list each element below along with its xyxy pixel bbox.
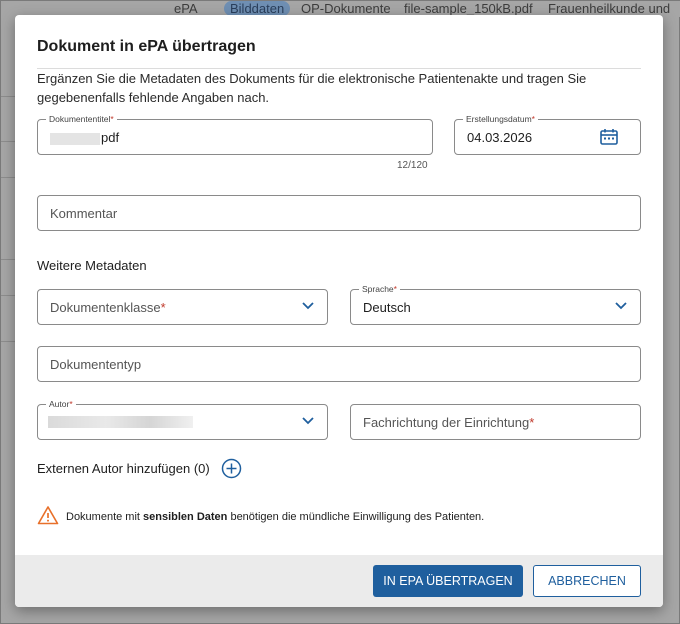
bg-tab-op-dokumente: OP-Dokumente xyxy=(301,1,391,16)
specialty-placeholder: Fachrichtung der Einrichtung* xyxy=(363,415,535,430)
doc-title-counter: 12/120 xyxy=(397,160,428,171)
comment-field[interactable]: Kommentar xyxy=(37,195,641,231)
bg-tab-frauenheilkunde: Frauenheilkunde und xyxy=(548,1,671,16)
section-label-more-metadata: Weitere Metadaten xyxy=(37,258,147,273)
created-date-value: 04.03.2026 xyxy=(467,130,533,145)
language-select[interactable]: Sprache* Deutsch xyxy=(350,283,641,325)
redacted-text xyxy=(50,132,100,145)
language-value: Deutsch xyxy=(363,300,411,315)
warning-icon xyxy=(37,506,59,525)
chevron-down-icon xyxy=(302,417,314,425)
doc-title-field[interactable]: Dokumententitel* pdf xyxy=(37,113,433,155)
chevron-down-icon xyxy=(615,302,627,310)
doc-type-placeholder: Dokumententyp xyxy=(50,357,142,372)
add-circle-icon[interactable] xyxy=(221,458,242,479)
add-external-author-label: Externen Autor hinzufügen (0) xyxy=(37,461,210,476)
comment-placeholder: Kommentar xyxy=(50,206,118,221)
epa-transfer-dialog: Dokument in ePA übertragen Ergänzen Sie … xyxy=(15,15,663,607)
doc-title-label: Dokumententitel* xyxy=(46,113,117,125)
author-select[interactable]: Autor* xyxy=(37,398,328,440)
cancel-button[interactable]: ABBRECHEN xyxy=(533,565,641,597)
doc-class-placeholder: Dokumentenklasse* xyxy=(50,300,166,315)
redacted-author-value xyxy=(48,416,193,428)
author-label: Autor* xyxy=(46,398,76,410)
bg-tab-epa: ePA xyxy=(174,1,198,16)
created-date-label: Erstellungsdatum* xyxy=(463,113,538,125)
bg-tab-bilddaten: Bilddaten xyxy=(224,1,291,16)
language-label: Sprache* xyxy=(359,283,400,295)
created-date-field[interactable]: Erstellungsdatum* 04.03.2026 xyxy=(454,113,641,155)
dialog-intro-text: Ergänzen Sie die Metadaten des Dokuments… xyxy=(37,71,587,105)
dialog-footer: IN EPA ÜBERTRAGEN ABBRECHEN xyxy=(15,555,663,607)
bg-tab-file: file-sample_150kB.pdf xyxy=(404,1,533,16)
transfer-to-epa-button[interactable]: IN EPA ÜBERTRAGEN xyxy=(373,565,523,597)
calendar-icon[interactable] xyxy=(599,128,619,146)
doc-class-select[interactable]: Dokumentenklasse* xyxy=(37,289,328,325)
specialty-field[interactable]: Fachrichtung der Einrichtung* xyxy=(350,404,641,440)
doc-type-field[interactable]: Dokumententyp xyxy=(37,346,641,382)
dialog-title: Dokument in ePA übertragen xyxy=(37,38,256,55)
sensitive-data-warning: Dokumente mit sensiblen Daten benötigen … xyxy=(66,511,485,523)
chevron-down-icon xyxy=(302,302,314,310)
doc-title-value: pdf xyxy=(50,130,119,145)
